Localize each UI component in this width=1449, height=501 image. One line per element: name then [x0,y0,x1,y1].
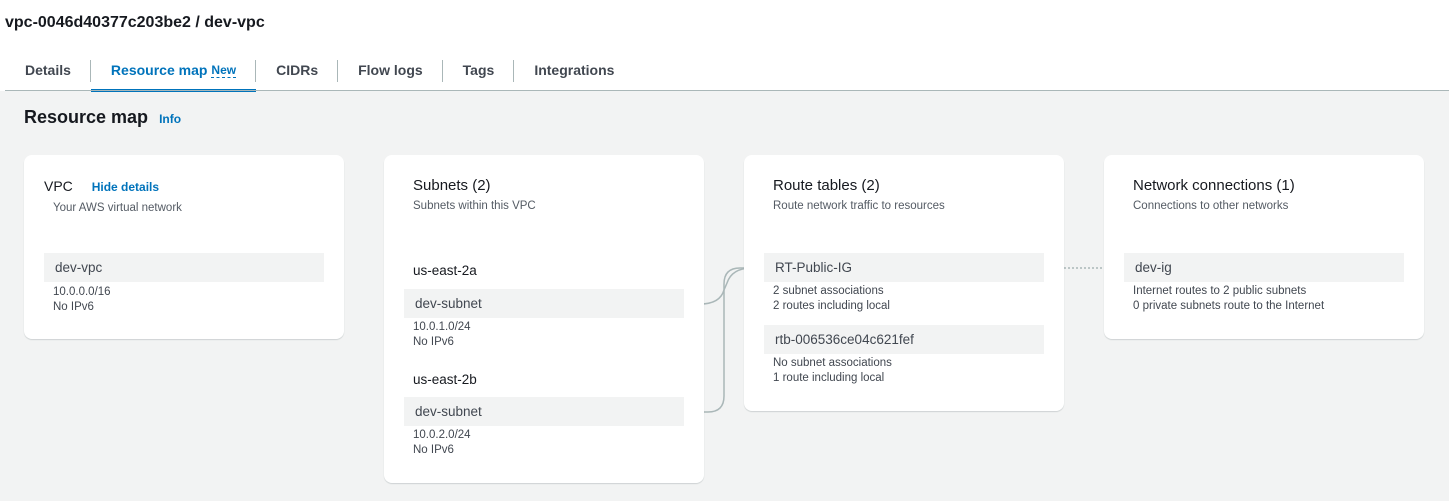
info-link[interactable]: Info [159,112,181,126]
route-table-item[interactable]: rtb-006536ce04c621fef [764,325,1044,354]
tab-label: Flow logs [358,62,423,78]
tabs-underline [5,90,1449,91]
network-connections-card: Network connections (1) Connections to o… [1104,155,1424,339]
subnets-card: Subnets (2) Subnets within this VPC us-e… [384,155,704,483]
subnet-item[interactable]: dev-subnet [404,289,684,318]
new-badge: New [211,62,237,78]
route-table-meta: 2 subnet associations 2 routes including… [773,284,890,314]
internet-gateway-public-routes: Internet routes to 2 public subnets [1133,285,1307,297]
tab-tags[interactable]: Tags [443,57,515,91]
tab-resource-map[interactable]: Resource map New [90,57,257,92]
route-table-associations: No subnet associations [773,357,892,369]
network-connections-card-subtitle: Connections to other networks [1133,200,1289,212]
subnet-meta: 10.0.1.0/24 No IPv6 [413,320,471,350]
route-tables-card-title: Route tables (2) [773,177,880,194]
subnet-cidr: 10.0.1.0/24 [413,321,471,333]
tab-integrations[interactable]: Integrations [514,57,634,91]
subnets-card-title: Subnets (2) [413,177,491,194]
route-tables-card: Route tables (2) Route network traffic t… [744,155,1064,411]
subnet-meta: 10.0.2.0/24 No IPv6 [413,428,471,458]
vpc-ipv6: No IPv6 [53,301,94,313]
vpc-item[interactable]: dev-vpc [44,253,324,282]
tab-label: Tags [462,62,495,78]
page-title: vpc-0046d40377c203be2 / dev-vpc [5,14,265,31]
subnets-card-subtitle: Subnets within this VPC [413,200,536,212]
subnet-ipv6: No IPv6 [413,336,454,348]
vpc-cidr: 10.0.0.0/16 [53,286,111,298]
tab-label: CIDRs [276,62,319,78]
vpc-card: VPC Hide details Your AWS virtual networ… [24,155,344,339]
internet-gateway-meta: Internet routes to 2 public subnets 0 pr… [1133,284,1324,314]
route-table-meta: No subnet associations 1 route including… [773,356,892,386]
availability-zone-label: us-east-2b [413,372,477,387]
vpc-card-title: VPC [44,178,73,194]
tab-label: Resource map [110,62,208,78]
tab-flow-logs[interactable]: Flow logs [338,57,443,91]
route-table-routes: 1 route including local [773,372,885,384]
tab-label: Integrations [534,62,615,78]
route-tables-card-subtitle: Route network traffic to resources [773,200,945,212]
vpc-meta: 10.0.0.0/16 No IPv6 [53,285,111,315]
subnet-ipv6: No IPv6 [413,444,454,456]
section-header: Resource map Info [24,107,181,128]
header-bar: vpc-0046d40377c203be2 / dev-vpc Details … [0,0,1449,92]
vpc-card-header: VPC Hide details [44,178,159,194]
tab-cidrs[interactable]: CIDRs [256,57,339,91]
route-table-associations: 2 subnet associations [773,285,884,297]
subnet-item[interactable]: dev-subnet [404,397,684,426]
route-table-item[interactable]: RT-Public-IG [764,253,1044,282]
tab-label: Details [25,62,71,78]
tab-bar: Details Resource map New CIDRs Flow logs… [5,57,634,92]
hide-details-link[interactable]: Hide details [92,180,159,194]
network-connections-card-title: Network connections (1) [1133,177,1295,194]
vpc-card-subtitle: Your AWS virtual network [53,202,182,214]
internet-gateway-item[interactable]: dev-ig [1124,253,1404,282]
section-title: Resource map [24,107,149,127]
route-table-routes: 2 routes including local [773,300,890,312]
availability-zone-label: us-east-2a [413,263,477,278]
internet-gateway-private-routes: 0 private subnets route to the Internet [1133,300,1325,312]
tab-details[interactable]: Details [5,57,91,91]
subnet-cidr: 10.0.2.0/24 [413,429,471,441]
